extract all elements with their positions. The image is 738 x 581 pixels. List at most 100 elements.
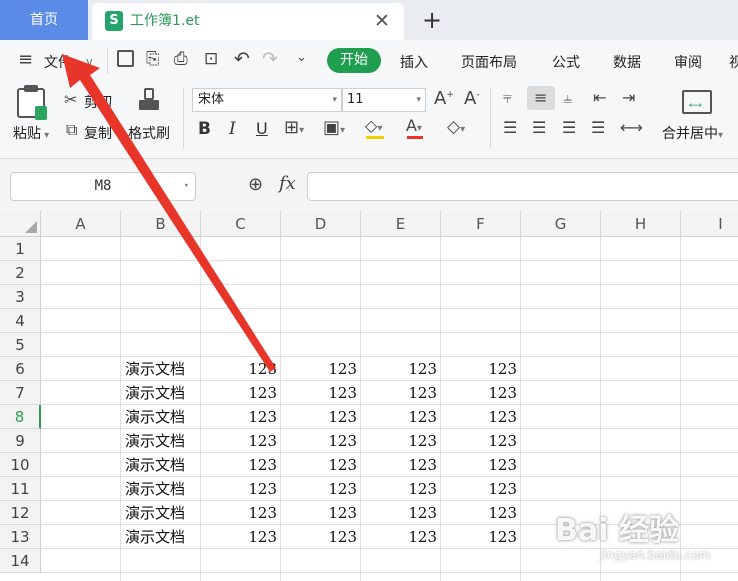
tab-view[interactable]: 视: [729, 52, 738, 72]
cell-c12[interactable]: 123: [201, 501, 277, 525]
cell-b12[interactable]: 演示文档: [125, 501, 185, 525]
increase-indent-icon[interactable]: ⇥: [622, 88, 635, 107]
tab-review[interactable]: 审阅: [674, 52, 702, 72]
merge-center-icon[interactable]: ⟷: [682, 90, 712, 114]
align-top-icon[interactable]: ⫧: [503, 88, 512, 108]
tab-start[interactable]: 开始: [327, 48, 381, 73]
cell-b6[interactable]: 演示文档: [125, 357, 185, 381]
copy-icon[interactable]: ⧉: [66, 120, 77, 140]
decrease-indent-icon[interactable]: ⇤: [593, 88, 606, 107]
row-header-10[interactable]: 10: [0, 453, 41, 477]
fill-color-icon[interactable]: ◇▾: [365, 116, 395, 140]
cell-e10[interactable]: 123: [361, 453, 437, 477]
row-header-2[interactable]: 2: [0, 261, 41, 285]
cell-e6[interactable]: 123: [361, 357, 437, 381]
cell-f8[interactable]: 123: [441, 405, 517, 429]
cell-f7[interactable]: 123: [441, 381, 517, 405]
cell-d8[interactable]: 123: [281, 405, 357, 429]
italic-icon[interactable]: I: [229, 119, 236, 139]
cell-c9[interactable]: 123: [201, 429, 277, 453]
paste-button[interactable]: 粘贴 ▾: [13, 123, 49, 143]
clear-icon[interactable]: ◇▾: [447, 117, 465, 137]
cell-e11[interactable]: 123: [361, 477, 437, 501]
cell-e9[interactable]: 123: [361, 429, 437, 453]
select-all-corner[interactable]: [0, 211, 41, 237]
cell-e12[interactable]: 123: [361, 501, 437, 525]
more-icon[interactable]: ⌄: [296, 50, 307, 65]
format-painter-icon[interactable]: [139, 88, 159, 112]
align-bottom-icon[interactable]: ⫨: [563, 88, 572, 108]
column-header-c[interactable]: C: [201, 211, 281, 237]
cell-d13[interactable]: 123: [281, 525, 357, 549]
cell-f6[interactable]: 123: [441, 357, 517, 381]
cell-d6[interactable]: 123: [281, 357, 357, 381]
menu-file[interactable]: 文件: [44, 52, 72, 72]
row-header-3[interactable]: 3: [0, 285, 41, 309]
print-preview-icon[interactable]: ⎘: [146, 49, 160, 69]
tab-home[interactable]: 首页: [0, 0, 88, 40]
merge-center-button[interactable]: 合并居中▾: [662, 123, 723, 143]
cell-d7[interactable]: 123: [281, 381, 357, 405]
cell-b10[interactable]: 演示文档: [125, 453, 185, 477]
column-header-b[interactable]: B: [121, 211, 201, 237]
preview-icon[interactable]: ⊡: [204, 49, 218, 69]
cell-c7[interactable]: 123: [201, 381, 277, 405]
row-header-5[interactable]: 5: [0, 333, 41, 357]
align-right-icon[interactable]: ☰: [562, 118, 576, 137]
font-size-select[interactable]: 11 ▾: [342, 88, 426, 112]
align-center-icon[interactable]: ☰: [532, 118, 546, 137]
save-icon[interactable]: [117, 50, 134, 67]
column-header-g[interactable]: G: [521, 211, 601, 237]
cut-button[interactable]: 剪切: [84, 92, 112, 112]
tab-data[interactable]: 数据: [613, 52, 641, 72]
column-header-a[interactable]: A: [41, 211, 121, 237]
font-name-select[interactable]: 宋体 ▾: [192, 88, 342, 112]
cell-e8[interactable]: 123: [361, 405, 437, 429]
justify-icon[interactable]: ☰: [591, 118, 605, 137]
cell-c6[interactable]: 123: [201, 357, 277, 381]
row-header-13[interactable]: 13: [0, 525, 41, 549]
increase-font-icon[interactable]: A+: [434, 88, 454, 109]
row-header-14[interactable]: 14: [0, 549, 41, 573]
fx-icon[interactable]: fx: [279, 173, 296, 194]
copy-button[interactable]: 复制: [84, 123, 112, 143]
row-header-11[interactable]: 11: [0, 477, 41, 501]
cell-d10[interactable]: 123: [281, 453, 357, 477]
cell-c8[interactable]: 123: [201, 405, 277, 429]
cell-b13[interactable]: 演示文档: [125, 525, 185, 549]
column-header-f[interactable]: F: [441, 211, 521, 237]
redo-icon[interactable]: ↷: [262, 48, 278, 70]
hamburger-icon[interactable]: ≡: [18, 49, 33, 70]
fill-pattern-icon[interactable]: ▣▾: [323, 117, 345, 138]
cell-f9[interactable]: 123: [441, 429, 517, 453]
cell-e13[interactable]: 123: [361, 525, 437, 549]
row-header-1[interactable]: 1: [0, 237, 41, 261]
distribute-icon[interactable]: ⟷: [620, 118, 643, 137]
tab-formula[interactable]: 公式: [552, 52, 580, 72]
name-box[interactable]: M8 ▾: [10, 172, 196, 201]
column-header-h[interactable]: H: [601, 211, 681, 237]
formula-input[interactable]: [307, 172, 738, 201]
cell-d11[interactable]: 123: [281, 477, 357, 501]
tab-document[interactable]: S 工作簿1.et ✕: [92, 3, 404, 40]
row-header-7[interactable]: 7: [0, 381, 41, 405]
align-left-icon[interactable]: ☰: [503, 118, 517, 137]
cell-d9[interactable]: 123: [281, 429, 357, 453]
undo-icon[interactable]: ↶: [234, 48, 250, 70]
bold-icon[interactable]: B: [198, 119, 211, 139]
new-tab-button[interactable]: +: [422, 3, 442, 37]
cell-f13[interactable]: 123: [441, 525, 517, 549]
row-header-9[interactable]: 9: [0, 429, 41, 453]
tab-page-layout[interactable]: 页面布局: [461, 52, 517, 72]
cell-f11[interactable]: 123: [441, 477, 517, 501]
column-header-d[interactable]: D: [281, 211, 361, 237]
print-icon[interactable]: ⎙: [174, 49, 188, 69]
close-tab-icon[interactable]: ✕: [374, 3, 390, 40]
cell-c11[interactable]: 123: [201, 477, 277, 501]
border-icon[interactable]: ⊞▾: [284, 117, 304, 138]
chevron-down-icon[interactable]: ∨: [85, 55, 94, 69]
decrease-font-icon[interactable]: A-: [464, 88, 480, 109]
font-color-icon[interactable]: A▾: [406, 116, 436, 140]
cell-b11[interactable]: 演示文档: [125, 477, 185, 501]
row-header-6[interactable]: 6: [0, 357, 41, 381]
